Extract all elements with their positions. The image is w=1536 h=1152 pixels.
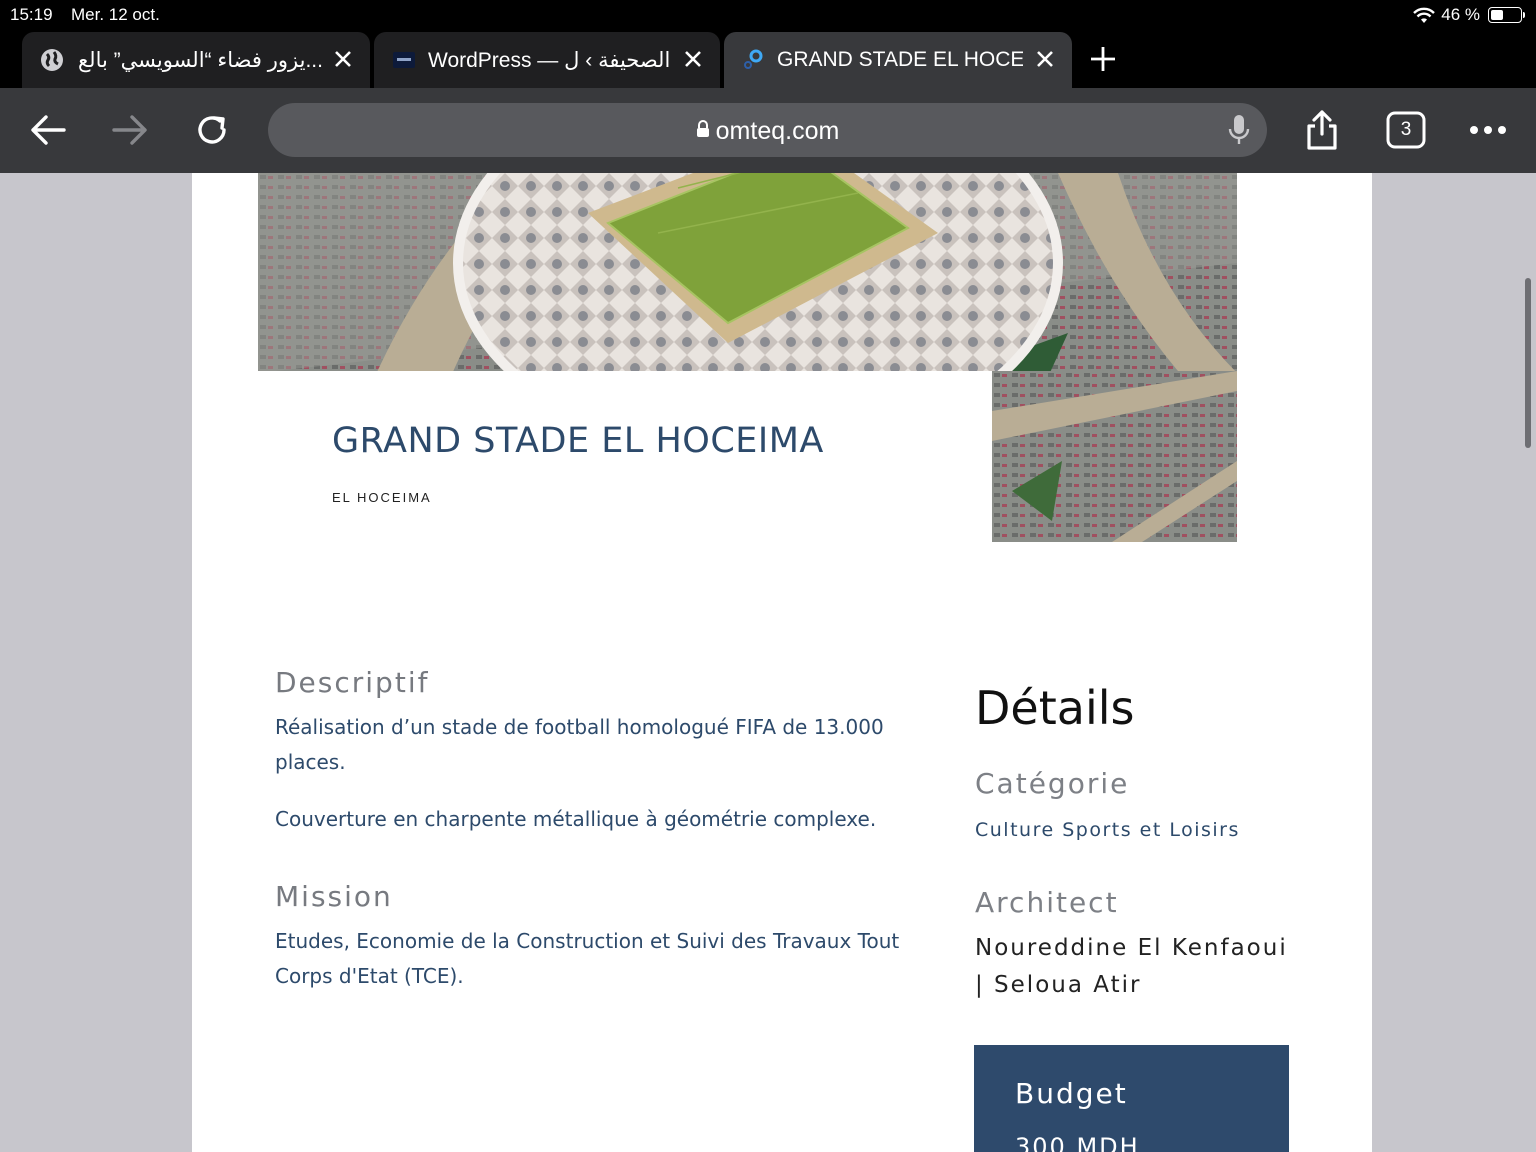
more-options-icon[interactable] [1466,108,1510,152]
site-favicon [392,48,416,72]
status-bar: 15:19 Mer. 12 oct. 46 % [0,0,1536,30]
description-heading: Descriptif [275,666,430,699]
project-title: GRAND STADE EL HOCEIMA [332,421,824,461]
status-time: 15:19 [10,5,53,24]
status-date: Mer. 12 oct. [71,5,160,24]
battery-percent: 46 % [1441,5,1480,24]
battery-icon [1488,7,1525,23]
budget-card: Budget 300 MDH [974,1045,1289,1152]
url-display: omteq.com [268,116,1267,146]
reload-icon[interactable] [190,108,234,152]
budget-value: 300 MDH [1015,1133,1140,1152]
globe-icon [40,48,64,72]
web-page: GRAND STADE EL HOCEIMA EL HOCEIMA Descri… [192,173,1372,1152]
mission-text: Etudes, Economie de la Construction et S… [275,929,900,988]
tabs-count-button[interactable]: 3 [1384,108,1428,152]
mission-heading: Mission [275,880,393,913]
close-icon[interactable] [1032,46,1058,72]
status-right: 46 % [1413,5,1525,25]
description-paragraph-2: Couverture en charpente métallique à géo… [275,807,877,831]
details-heading: Détails [975,681,1135,735]
new-tab-plus-icon[interactable] [1088,44,1118,74]
back-arrow-icon[interactable] [26,108,70,152]
wifi-icon [1413,7,1436,24]
close-icon[interactable] [330,46,356,72]
tab-3-title: GRAND STADE EL HOCEIMA [777,48,1023,71]
tab-3-active[interactable]: GRAND STADE EL HOCEIMA [724,32,1072,88]
tab-1-title: يزور فضاء “السويسي” بالع... [78,48,323,72]
project-city: EL HOCEIMA [332,490,432,505]
tab-strip: يزور فضاء “السويسي” بالع... WordPress — … [0,30,1536,88]
category-value-link[interactable]: Culture Sports et Loisirs [975,819,1240,841]
tab-count-text: 3 [1400,119,1412,140]
gear-favicon [740,46,764,70]
architect-value: Noureddine El Kenfaoui | Seloua Atir [975,935,1288,998]
category-label: Catégorie [975,767,1130,800]
title-card [258,371,992,551]
browser-toolbar: omteq.com 3 [0,88,1536,173]
page-scrollbar[interactable] [1525,278,1531,448]
address-bar[interactable]: omteq.com [268,103,1267,157]
microphone-icon[interactable] [1227,114,1251,151]
description-paragraph-1: Réalisation d’un stade de football homol… [275,715,884,774]
stadium-hero-image-parking [992,371,1237,542]
forward-arrow-icon[interactable] [108,108,152,152]
architect-label: Architect [975,886,1119,919]
close-icon[interactable] [680,46,706,72]
tab-2-title: WordPress — الصحيفة › ل [428,48,671,72]
url-text: omteq.com [715,117,840,145]
share-icon[interactable] [1300,108,1344,152]
tab-1[interactable]: يزور فضاء “السويسي” بالع... [22,32,370,88]
lock-icon [696,116,710,145]
tab-2[interactable]: WordPress — الصحيفة › ل [374,32,720,88]
budget-label: Budget [1015,1077,1128,1110]
